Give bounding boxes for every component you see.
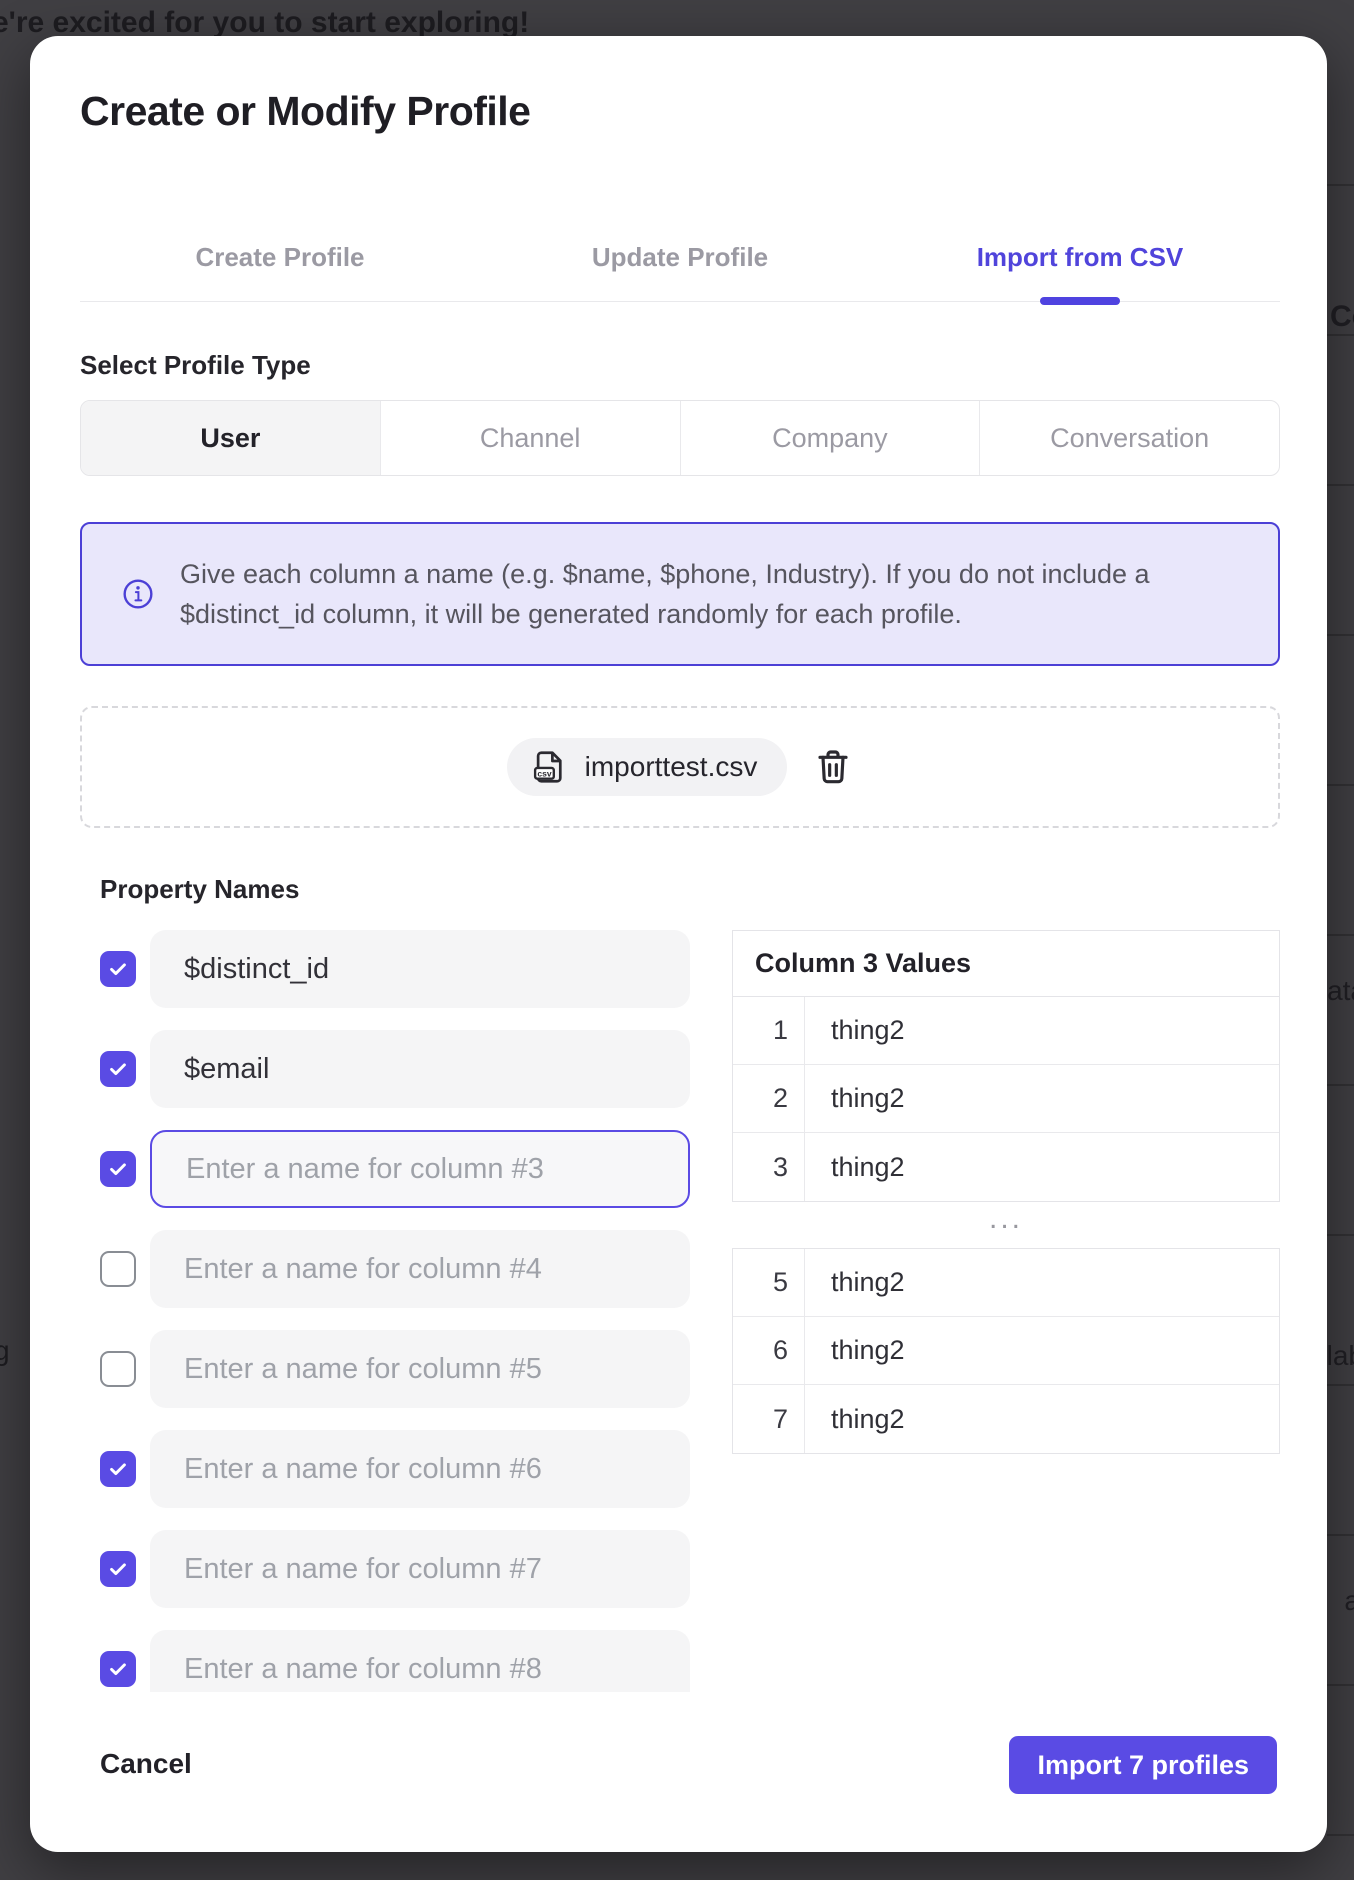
column-4-name-input[interactable] (150, 1230, 690, 1308)
table-row: 3 thing2 (733, 1133, 1279, 1201)
column-4-checkbox[interactable] (100, 1251, 136, 1287)
table-row: 1 thing2 (733, 997, 1279, 1065)
row-number: 6 (733, 1317, 805, 1384)
column-6-checkbox[interactable] (100, 1451, 136, 1487)
row-number: 5 (733, 1249, 805, 1316)
background-fragment: ata (1327, 975, 1354, 1007)
profile-type-segmented-control: User Channel Company Conversation (80, 400, 1280, 476)
checkmark-icon (107, 1058, 129, 1080)
column-1-checkbox[interactable] (100, 951, 136, 987)
row-value: thing2 (805, 1317, 1279, 1384)
property-row-6 (100, 1430, 690, 1508)
property-row-2 (100, 1030, 690, 1108)
column-2-checkbox[interactable] (100, 1051, 136, 1087)
checkmark-icon (107, 1458, 129, 1480)
modal-tab-bar: Create Profile Update Profile Import fro… (80, 214, 1280, 302)
uploaded-file-chip: csv importtest.csv (507, 738, 788, 796)
checkmark-icon (107, 1558, 129, 1580)
tab-create-profile[interactable]: Create Profile (80, 214, 480, 301)
background-banner-text: e're excited for you to start exploring! (0, 6, 529, 40)
checkmark-icon (107, 1158, 129, 1180)
background-fragment: lab (1327, 1340, 1354, 1372)
row-value: thing2 (805, 1133, 1279, 1201)
mapping-area: Column 3 Values 1 thing2 2 thing2 3 thin… (100, 930, 1280, 1692)
active-tab-underline (1040, 297, 1120, 305)
background-fragment: a (1344, 1585, 1354, 1617)
column-8-name-input[interactable] (150, 1630, 690, 1692)
column-values-preview: Column 3 Values 1 thing2 2 thing2 3 thin… (732, 930, 1280, 1692)
column-6-name-input[interactable] (150, 1430, 690, 1508)
profile-type-user[interactable]: User (81, 401, 381, 475)
checkmark-icon (107, 958, 129, 980)
modal-title: Create or Modify Profile (80, 88, 530, 135)
property-row-1 (100, 930, 690, 1008)
profile-type-company[interactable]: Company (681, 401, 981, 475)
checkmark-icon (107, 1658, 129, 1680)
profile-type-channel[interactable]: Channel (381, 401, 681, 475)
delete-file-button[interactable] (813, 747, 853, 787)
csv-dropzone[interactable]: csv importtest.csv (80, 706, 1280, 828)
property-row-7 (100, 1530, 690, 1608)
column-3-name-input[interactable] (150, 1130, 690, 1208)
property-row-8 (100, 1630, 690, 1692)
row-value: thing2 (805, 1249, 1279, 1316)
column-8-checkbox[interactable] (100, 1651, 136, 1687)
background-fragment: g (0, 1335, 10, 1367)
row-value: thing2 (805, 1385, 1279, 1453)
import-profiles-button[interactable]: Import 7 profiles (1009, 1736, 1277, 1794)
create-or-modify-profile-modal: Create or Modify Profile Create Profile … (30, 36, 1327, 1852)
preview-table-header: Column 3 Values (733, 931, 1279, 997)
property-row-5 (100, 1330, 690, 1408)
profile-type-conversation[interactable]: Conversation (980, 401, 1279, 475)
property-rows-list (100, 930, 690, 1692)
csv-file-icon: csv (531, 748, 569, 786)
uploaded-file-name: importtest.csv (585, 751, 758, 783)
select-profile-type-label: Select Profile Type (80, 350, 311, 381)
column-7-name-input[interactable] (150, 1530, 690, 1608)
tab-update-profile[interactable]: Update Profile (480, 214, 880, 301)
table-row: 6 thing2 (733, 1317, 1279, 1385)
info-icon (122, 578, 154, 610)
column-7-checkbox[interactable] (100, 1551, 136, 1587)
row-value: thing2 (805, 1065, 1279, 1132)
background-fragment: Co (1330, 300, 1354, 334)
column-1-name-input[interactable] (150, 930, 690, 1008)
row-number: 2 (733, 1065, 805, 1132)
tab-import-from-csv[interactable]: Import from CSV (880, 214, 1280, 301)
row-number: 3 (733, 1133, 805, 1201)
preview-table-top: Column 3 Values 1 thing2 2 thing2 3 thin… (732, 930, 1280, 1202)
table-row: 5 thing2 (733, 1249, 1279, 1317)
column-5-checkbox[interactable] (100, 1351, 136, 1387)
property-row-3 (100, 1130, 690, 1208)
row-number: 7 (733, 1385, 805, 1453)
property-names-label: Property Names (100, 874, 299, 905)
tab-label: Import from CSV (977, 242, 1184, 273)
table-row: 7 thing2 (733, 1385, 1279, 1453)
rows-ellipsis: ... (732, 1202, 1280, 1248)
trash-icon (813, 747, 853, 787)
table-row: 2 thing2 (733, 1065, 1279, 1133)
row-number: 1 (733, 997, 805, 1064)
column-3-checkbox[interactable] (100, 1151, 136, 1187)
svg-text:csv: csv (537, 768, 552, 778)
row-value: thing2 (805, 997, 1279, 1064)
column-2-name-input[interactable] (150, 1030, 690, 1108)
preview-table-bottom: 5 thing2 6 thing2 7 thing2 (732, 1248, 1280, 1454)
cancel-button[interactable]: Cancel (100, 1748, 192, 1780)
info-callout: Give each column a name (e.g. $name, $ph… (80, 522, 1280, 666)
property-row-4 (100, 1230, 690, 1308)
info-text: Give each column a name (e.g. $name, $ph… (180, 554, 1170, 634)
column-5-name-input[interactable] (150, 1330, 690, 1408)
